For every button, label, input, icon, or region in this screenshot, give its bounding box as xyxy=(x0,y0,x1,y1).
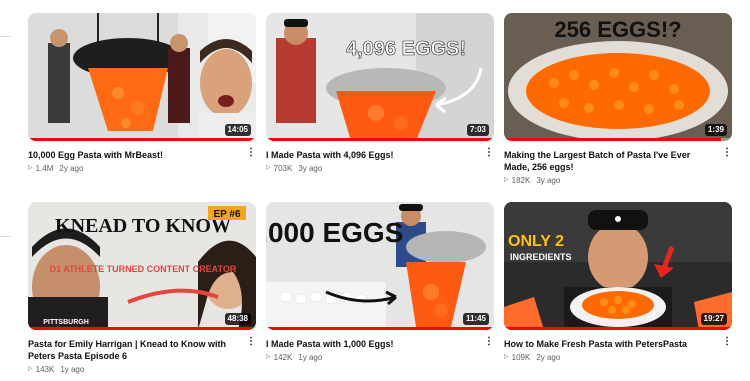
video-title[interactable]: Making the Largest Batch of Pasta I've E… xyxy=(504,149,716,173)
view-count: 143K xyxy=(35,365,55,374)
duration-badge: 19:27 xyxy=(700,313,727,325)
view-count: 142K xyxy=(273,353,293,362)
thumbnail-overlay-text: 1,000 EGGS xyxy=(266,217,403,248)
upload-age: 3y ago xyxy=(536,176,561,185)
thumbnail-overlay-text: KNEAD TO KNOW xyxy=(55,215,231,237)
video-thumbnail[interactable]: ONLY 2 INGREDIENTS 19:27 xyxy=(504,202,732,330)
video-thumbnail[interactable]: KNEAD TO KNOW EP #6 D1 ATHLETE TURNED CO… xyxy=(28,202,256,330)
upload-age: 2y ago xyxy=(536,353,561,362)
video-card[interactable]: KNEAD TO KNOW EP #6 D1 ATHLETE TURNED CO… xyxy=(28,202,256,375)
upload-age: 3y ago xyxy=(298,164,323,173)
thumbnail-overlay-text: 256 EGGS!? xyxy=(554,17,681,42)
play-icon: ▷ xyxy=(266,165,271,171)
video-thumbnail[interactable]: 1,000 EGGS 11:45 xyxy=(266,202,494,330)
thumbnail-overlay-subtext: D1 ATHLETE TURNED CONTENT CREATOR xyxy=(50,264,237,274)
play-icon: ▷ xyxy=(504,354,509,360)
video-card[interactable]: 14:05 10,000 Egg Pasta with MrBeast! ⋮ ▷… xyxy=(28,13,256,174)
play-icon: ▷ xyxy=(504,177,509,183)
episode-label: EP #6 xyxy=(213,209,240,220)
video-title[interactable]: I Made Pasta with 1,000 Eggs! xyxy=(266,338,478,350)
view-count: 182K xyxy=(511,176,531,185)
video-card[interactable]: 4,096 EGGS! 7:03 I Made Pasta with 4,096… xyxy=(266,13,494,174)
view-count: 1.4M xyxy=(35,164,54,173)
watch-progress xyxy=(266,327,494,330)
watch-progress xyxy=(504,138,732,141)
divider xyxy=(0,36,11,37)
watch-progress xyxy=(28,327,256,330)
more-vert-icon[interactable]: ⋮ xyxy=(484,336,494,347)
view-count: 109K xyxy=(511,353,531,362)
shirt-text: PITTSBURGH xyxy=(43,319,89,326)
video-thumbnail[interactable]: 256 EGGS!? 1:39 xyxy=(504,13,732,141)
watch-progress xyxy=(504,327,732,330)
more-vert-icon[interactable]: ⋮ xyxy=(246,147,256,158)
upload-age: 1y ago xyxy=(298,353,323,362)
more-vert-icon[interactable]: ⋮ xyxy=(722,147,732,158)
video-thumbnail[interactable]: 4,096 EGGS! 7:03 xyxy=(266,13,494,141)
video-card[interactable]: 256 EGGS!? 1:39 Making the Largest Batch… xyxy=(504,13,732,186)
duration-badge: 11:45 xyxy=(462,313,489,325)
video-title[interactable]: I Made Pasta with 4,096 Eggs! xyxy=(266,149,478,161)
more-vert-icon[interactable]: ⋮ xyxy=(246,336,256,347)
more-vert-icon[interactable]: ⋮ xyxy=(484,147,494,158)
thumbnail-overlay-text: ONLY 2 xyxy=(508,233,564,250)
divider xyxy=(0,236,11,237)
view-count: 703K xyxy=(273,164,293,173)
video-thumbnail[interactable]: 14:05 xyxy=(28,13,256,141)
video-title[interactable]: 10,000 Egg Pasta with MrBeast! xyxy=(28,149,240,161)
upload-age: 2y ago xyxy=(59,164,84,173)
duration-badge: 14:05 xyxy=(224,124,251,136)
duration-badge: 48:38 xyxy=(224,313,251,325)
thumbnail-overlay-text: 4,096 EGGS! xyxy=(346,38,466,60)
video-card[interactable]: 1,000 EGGS 11:45 I Made Pasta with 1,000… xyxy=(266,202,494,363)
video-card[interactable]: ONLY 2 INGREDIENTS 19:27 How to Make Fre… xyxy=(504,202,732,363)
thumbnail-overlay-subtext: INGREDIENTS xyxy=(510,252,572,262)
left-edge-marks xyxy=(0,0,12,381)
play-icon: ▷ xyxy=(266,354,271,360)
watch-progress xyxy=(28,138,256,141)
watch-progress xyxy=(266,138,494,141)
play-icon: ▷ xyxy=(28,366,33,372)
duration-badge: 1:39 xyxy=(704,124,727,136)
duration-badge: 7:03 xyxy=(466,124,489,136)
video-title[interactable]: Pasta for Emily Harrigan | Knead to Know… xyxy=(28,338,240,362)
upload-age: 1y ago xyxy=(60,365,85,374)
video-title[interactable]: How to Make Fresh Pasta with PetersPasta xyxy=(504,338,716,350)
more-vert-icon[interactable]: ⋮ xyxy=(722,336,732,347)
play-icon: ▷ xyxy=(28,165,33,171)
